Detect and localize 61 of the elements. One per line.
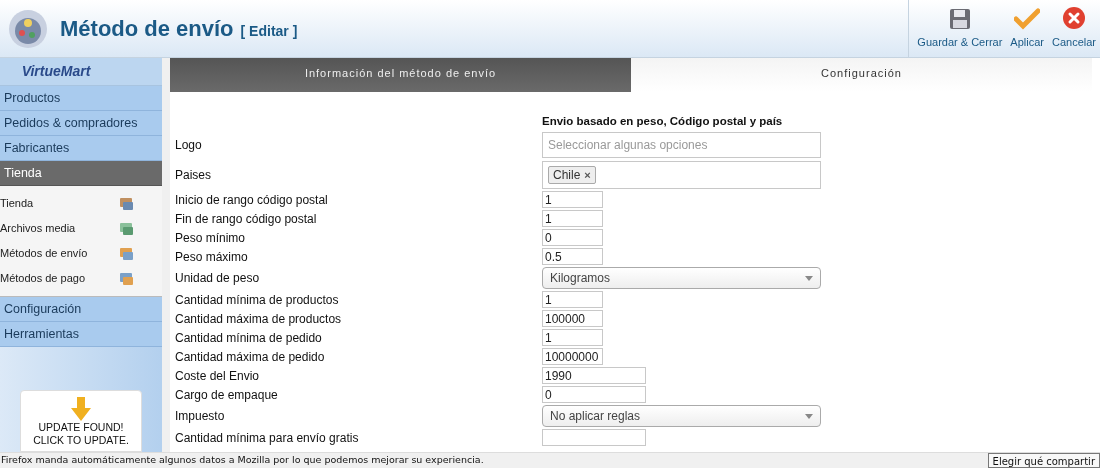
tab[interactable]: Información del método de envío <box>170 58 631 92</box>
text-field[interactable]: 10000000 <box>542 348 603 365</box>
text-field[interactable]: 1 <box>542 191 603 208</box>
text-field[interactable]: 1990 <box>542 367 646 384</box>
checkmark-icon <box>1014 7 1041 30</box>
update-notice[interactable]: UPDATE FOUND! CLICK TO UPDATE. <box>20 390 142 452</box>
submenu-item[interactable]: Tienda <box>0 191 162 216</box>
caret-icon <box>805 275 813 281</box>
apply-button[interactable]: Aplicar <box>1006 0 1048 57</box>
choose-share-button[interactable]: Elegir qué compartir <box>987 453 1100 468</box>
logo-icon <box>8 8 48 49</box>
text-field[interactable]: 0 <box>542 386 646 403</box>
field-label: Cargo de empaque <box>175 386 279 404</box>
menu-item[interactable]: Fabricantes <box>0 136 162 161</box>
menu-item[interactable]: Productos <box>0 86 162 111</box>
menu-item[interactable]: Pedidos & compradores <box>0 111 162 136</box>
brand-logo: VirtueMart <box>21 62 91 81</box>
field-label: Coste del Envio <box>175 367 261 385</box>
menu-item[interactable]: Tienda <box>0 161 162 186</box>
files-icon <box>119 221 134 236</box>
field-label: Impuesto <box>175 408 226 425</box>
menu-item[interactable]: Configuración <box>0 297 162 322</box>
text-field[interactable]: 1 <box>542 329 603 346</box>
field-label: Cantidad mínima de pedido <box>175 329 323 347</box>
field-label: Unidad de peso <box>175 270 261 287</box>
text-field[interactable]: 0 <box>542 229 603 246</box>
section-heading: Envio basado en peso, Código postal y país <box>542 114 783 130</box>
submenu-item[interactable]: Métodos de pago <box>0 266 162 291</box>
field-label: Cantidad máxima de productos <box>175 310 343 328</box>
text-field[interactable]: 1 <box>542 291 603 308</box>
field-label: Cantidad máxima de pedido <box>175 348 326 366</box>
multi-select-field[interactable]: Seleccionar algunas opciones <box>542 132 821 158</box>
field-label: Inicio de rango código postal <box>175 191 329 209</box>
page-title: Método de envío <box>60 15 234 43</box>
text-field[interactable]: 1 <box>542 210 603 227</box>
field-label: Fin de rango código postal <box>175 210 318 228</box>
text-field[interactable]: 100000 <box>542 310 603 327</box>
field-label: Cantidad mínima para envío gratis <box>175 429 360 447</box>
download-arrow-icon <box>70 397 92 421</box>
field-label: Paises <box>175 167 213 184</box>
select-dropdown[interactable]: Kilogramos <box>542 267 821 289</box>
menu-item[interactable]: Herramientas <box>0 322 162 347</box>
remove-icon[interactable]: × <box>584 166 591 184</box>
close-icon <box>1062 5 1086 30</box>
country-tag[interactable]: Chile × <box>548 166 596 184</box>
cancel-button[interactable]: Cancelar <box>1047 0 1100 57</box>
text-field[interactable] <box>542 429 646 446</box>
submenu-item[interactable]: Métodos de envío <box>0 241 162 266</box>
edit-label: [ Editar ] <box>240 21 298 41</box>
caret-icon <box>805 413 813 419</box>
field-label: Peso máximo <box>175 248 249 266</box>
save-button[interactable]: Guardar & Cerrar <box>913 0 1007 57</box>
store-icon <box>119 196 134 211</box>
submenu-item[interactable]: Archivos media <box>0 216 162 241</box>
multi-select-field[interactable]: Chile × <box>542 161 821 189</box>
select-dropdown[interactable]: No aplicar reglas <box>542 405 821 427</box>
notification-message: Firefox manda automáticamente algunos datos a Mozilla por lo que podemos mejorar su experiencia. <box>0 453 484 468</box>
field-label: Peso mínimo <box>175 229 247 247</box>
field-label: Cantidad mínima de productos <box>175 291 340 309</box>
field-label: Logo <box>175 137 203 154</box>
text-field[interactable]: 0.5 <box>542 248 603 265</box>
